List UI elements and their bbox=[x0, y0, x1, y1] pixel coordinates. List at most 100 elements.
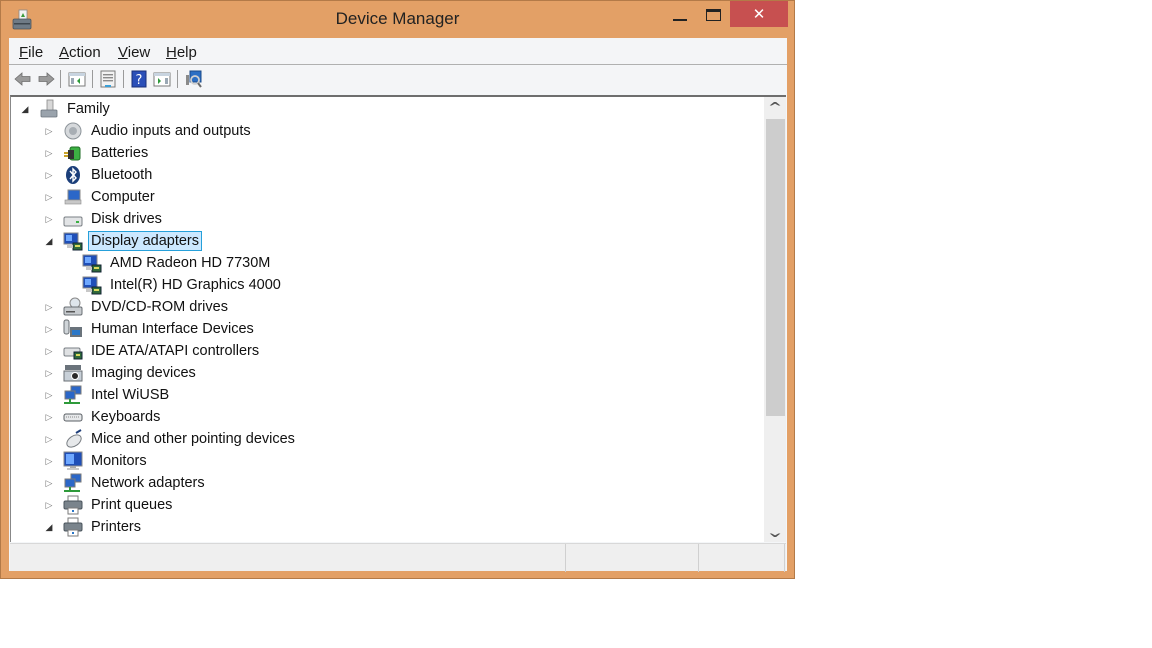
toolbar-separator bbox=[60, 70, 61, 88]
tree-category-item[interactable]: ▷ Computer bbox=[43, 186, 158, 208]
help-icon[interactable]: ? bbox=[129, 69, 149, 89]
tree-item-label: Human Interface Devices bbox=[91, 321, 254, 337]
display-adapter-icon bbox=[82, 276, 102, 295]
tree-item-label: Display adapters bbox=[88, 231, 202, 251]
tree-item-label: Printers bbox=[91, 519, 141, 535]
collapse-arrow-icon[interactable]: ◢ bbox=[19, 98, 31, 120]
expand-arrow-icon[interactable]: ▷ bbox=[43, 142, 55, 164]
expand-arrow-icon[interactable]: ▷ bbox=[43, 120, 55, 142]
client-area: File Action View Help ? ◢ Family ▷ Audio… bbox=[9, 38, 787, 572]
expand-arrow-icon[interactable]: ▷ bbox=[43, 318, 55, 340]
expand-arrow-icon[interactable]: ▷ bbox=[43, 340, 55, 362]
vertical-scrollbar[interactable]: ^ ^ bbox=[764, 97, 786, 542]
tree-item-label: Computer bbox=[91, 189, 155, 205]
scroll-up-button[interactable]: ^ bbox=[764, 97, 786, 117]
tree-category-item[interactable]: ◢ Display adapters bbox=[43, 230, 202, 252]
show-hide-console-tree-icon[interactable] bbox=[67, 69, 87, 89]
menu-view-label: iew bbox=[127, 44, 151, 61]
disk-drive-icon bbox=[63, 216, 83, 227]
tree-category-item[interactable]: ▷ DVD/CD-ROM drives bbox=[43, 296, 231, 318]
close-icon: ✕ bbox=[752, 5, 766, 23]
chevron-down-icon: ^ bbox=[767, 525, 783, 539]
camera-icon bbox=[63, 365, 83, 382]
show-action-pane-icon[interactable] bbox=[152, 69, 172, 89]
display-adapter-icon bbox=[63, 232, 83, 251]
ide-controller-icon bbox=[63, 347, 83, 360]
hid-icon bbox=[63, 319, 82, 337]
tree-category-item[interactable]: ▷ Disk drives bbox=[43, 208, 165, 230]
tree-device-item[interactable]: Intel(R) HD Graphics 4000 bbox=[66, 274, 284, 296]
tree-category-item[interactable]: ▷ Human Interface Devices bbox=[43, 318, 257, 340]
device-tree: ◢ Family ▷ Audio inputs and outputs ▷ Batte… bbox=[11, 97, 763, 542]
tree-category-item[interactable]: ▷ Batteries bbox=[43, 142, 151, 164]
menu-help[interactable]: Help bbox=[166, 44, 197, 61]
menu-view-accel: V bbox=[118, 44, 128, 61]
expand-arrow-icon[interactable]: ▷ bbox=[43, 362, 55, 384]
expand-arrow-icon[interactable]: ▷ bbox=[43, 186, 55, 208]
menu-help-label: elp bbox=[176, 44, 197, 61]
expand-arrow-icon[interactable]: ▷ bbox=[43, 450, 55, 472]
menu-view[interactable]: View bbox=[118, 44, 150, 61]
tree-category-item[interactable]: ▷ IDE ATA/ATAPI controllers bbox=[43, 340, 262, 362]
expand-arrow-icon[interactable]: ▷ bbox=[43, 384, 55, 406]
collapse-arrow-icon[interactable]: ◢ bbox=[43, 230, 55, 252]
printer-icon bbox=[63, 495, 83, 515]
tree-item-label: Intel WiUSB bbox=[91, 387, 170, 403]
close-button[interactable]: ✕ bbox=[730, 1, 788, 27]
tree-item-label: Print queues bbox=[91, 497, 173, 513]
expand-arrow-icon[interactable]: ▷ bbox=[43, 406, 55, 428]
expand-arrow-icon[interactable]: ▷ bbox=[43, 296, 55, 318]
properties-icon[interactable] bbox=[98, 69, 118, 89]
tree-category-item[interactable]: ▷ Audio inputs and outputs bbox=[43, 120, 254, 142]
toolbar-separator bbox=[177, 70, 178, 88]
back-icon[interactable] bbox=[13, 69, 33, 89]
maximize-button[interactable] bbox=[697, 1, 729, 28]
tree-category-item[interactable]: ▷ Network adapters bbox=[43, 472, 208, 494]
tree-item-label: Network adapters bbox=[91, 475, 205, 491]
tree-item-label: Batteries bbox=[91, 145, 149, 161]
tree-root-label: Family bbox=[67, 101, 110, 117]
status-pane-2 bbox=[566, 544, 699, 572]
tree-item-label: Intel(R) HD Graphics 4000 bbox=[110, 277, 281, 293]
expand-arrow-icon[interactable]: ▷ bbox=[43, 208, 55, 230]
tree-item-label: Disk drives bbox=[91, 211, 162, 227]
scroll-down-button[interactable]: ^ bbox=[764, 522, 786, 542]
expand-arrow-icon[interactable]: ▷ bbox=[43, 164, 55, 186]
speaker-icon bbox=[64, 122, 82, 140]
collapse-arrow-icon[interactable]: ◢ bbox=[43, 516, 55, 538]
expand-arrow-icon[interactable]: ▷ bbox=[43, 494, 55, 516]
status-pane-3 bbox=[699, 544, 785, 572]
scrollbar-thumb[interactable] bbox=[766, 119, 785, 416]
tree-category-item[interactable]: ▷ Bluetooth bbox=[43, 164, 155, 186]
tree-item-label: Monitors bbox=[91, 453, 147, 469]
toolbar: ? bbox=[9, 66, 787, 92]
tree-category-item[interactable]: ▷ Print queues bbox=[43, 494, 175, 516]
forward-icon[interactable] bbox=[36, 69, 56, 89]
device-tree-view[interactable]: ◢ Family ▷ Audio inputs and outputs ▷ Batte… bbox=[10, 95, 786, 542]
tree-device-item[interactable]: AMD Radeon HD 7730M bbox=[66, 252, 273, 274]
menu-action[interactable]: Action bbox=[59, 44, 101, 61]
tree-category-item[interactable]: ▷ Intel WiUSB bbox=[43, 384, 172, 406]
tree-item-label: IDE ATA/ATAPI controllers bbox=[91, 343, 260, 359]
tree-category-item[interactable]: ▷ Imaging devices bbox=[43, 362, 199, 384]
title-bar[interactable]: Device Manager ✕ bbox=[1, 1, 794, 38]
expand-arrow-icon[interactable]: ▷ bbox=[43, 428, 55, 450]
tree-root-family[interactable]: ◢ Family bbox=[19, 98, 113, 120]
scan-hardware-changes-icon[interactable] bbox=[183, 69, 203, 89]
computer-icon bbox=[64, 189, 82, 205]
minimize-button[interactable] bbox=[663, 1, 697, 28]
tree-category-item[interactable]: ◢ Printers bbox=[43, 516, 144, 538]
toolbar-separator bbox=[92, 70, 93, 88]
menu-file-accel: F bbox=[19, 44, 29, 61]
tree-category-item[interactable]: ▷ Mice and other pointing devices bbox=[43, 428, 298, 450]
menu-file[interactable]: File bbox=[19, 44, 43, 61]
menu-action-label: ction bbox=[69, 44, 101, 61]
tree-category-item[interactable]: ▷ Monitors bbox=[43, 450, 150, 472]
tree-category-item[interactable]: ▷ Keyboards bbox=[43, 406, 163, 428]
menu-bar: File Action View Help bbox=[9, 38, 787, 65]
expand-arrow-icon[interactable]: ▷ bbox=[43, 472, 55, 494]
menu-file-label: ile bbox=[28, 44, 44, 61]
monitor-icon bbox=[63, 451, 83, 470]
